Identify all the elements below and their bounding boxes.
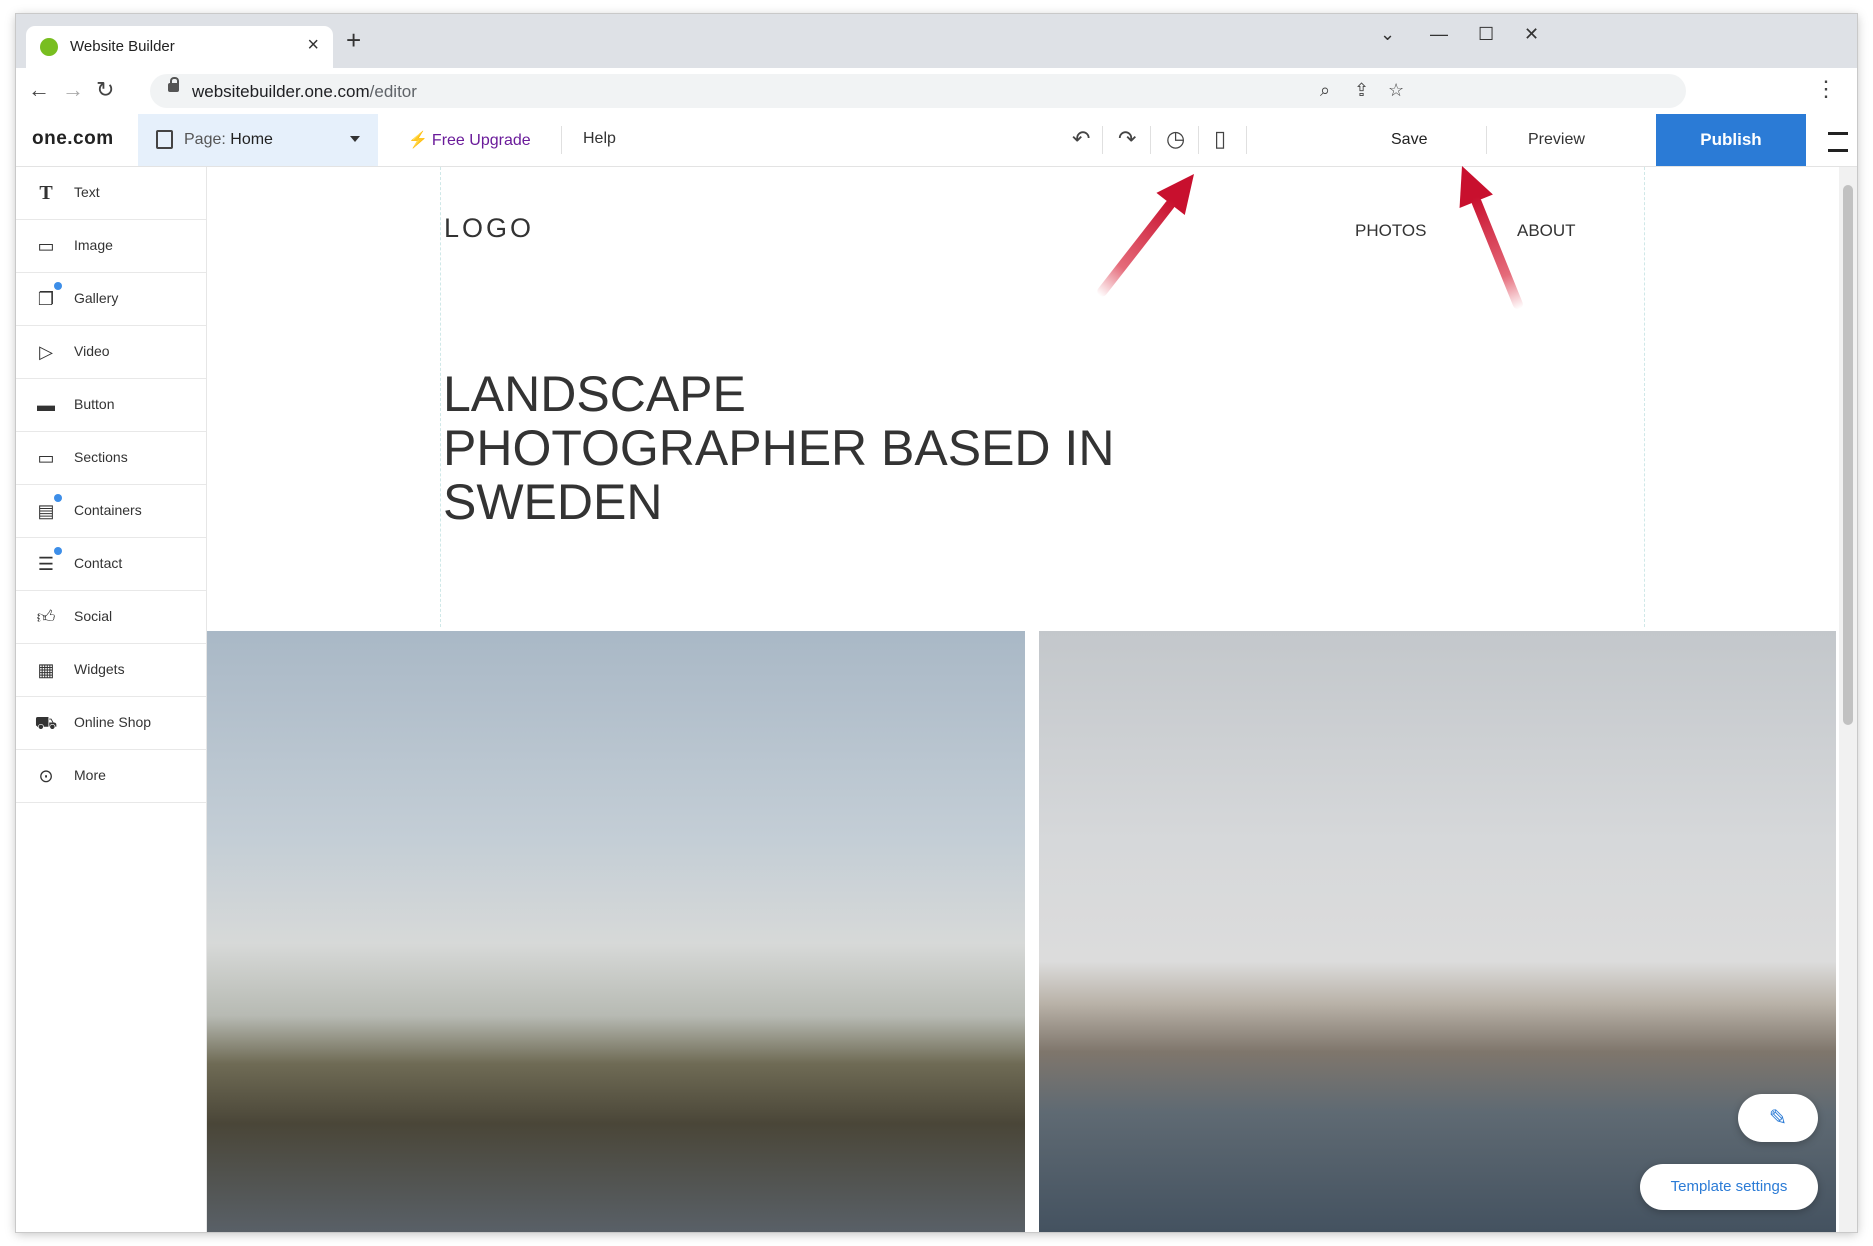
zoom-icon[interactable]: ⌕ [1320, 80, 1330, 101]
browser-window: Website Builder × + ⌄ — ☐ ✕ ← → ↻ websit… [16, 14, 1857, 1232]
mobile-view-icon[interactable]: ▯ [1214, 126, 1226, 152]
site-nav-about[interactable]: ABOUT [1517, 221, 1576, 241]
sidebar-item-contact[interactable]: ☰ Contact [16, 538, 206, 591]
widgets-icon: ▦ [37, 660, 55, 680]
close-tab-icon[interactable]: × [307, 34, 319, 57]
free-upgrade-link[interactable]: ⚡ Free Upgrade [408, 130, 531, 150]
image-icon: ▭ [37, 236, 55, 256]
history-icon[interactable]: ◷ [1166, 126, 1185, 152]
layout-guide [1644, 167, 1645, 627]
new-badge-dot [54, 494, 62, 502]
more-icon: ⊙ [38, 766, 54, 786]
divider [1246, 126, 1247, 154]
preview-button[interactable]: Preview [1528, 131, 1585, 149]
browser-menu-icon[interactable]: ⋮ [1815, 76, 1837, 102]
close-window-icon[interactable]: ✕ [1524, 24, 1539, 45]
undo-icon[interactable]: ↶ [1072, 126, 1090, 152]
divider [1486, 126, 1487, 154]
sidebar-item-online-shop[interactable]: ⛟ Online Shop [16, 697, 206, 750]
containers-icon: ▤ [37, 501, 55, 521]
sidebar-item-more[interactable]: ⊙ More [16, 750, 206, 803]
canvas-scrollbar[interactable] [1839, 167, 1857, 1232]
reload-icon[interactable]: ↻ [96, 76, 114, 104]
sidebar-item-button[interactable]: ▬ Button [16, 379, 206, 432]
sidebar-item-social[interactable]: 👍︎ Social [16, 591, 206, 644]
address-bar-row: ← → ↻ websitebuilder.one.com/editor ⌕ ⇪ … [16, 68, 1857, 115]
maximize-icon[interactable]: ☐ [1478, 24, 1494, 45]
button-icon: ▬ [37, 395, 55, 415]
divider [1102, 126, 1103, 154]
editor-toolbar: one.com Page: Home ⚡ Free Upgrade Help ↶ … [16, 114, 1857, 167]
waterfall-photo[interactable] [207, 631, 1025, 1232]
redo-icon[interactable]: ↷ [1118, 126, 1136, 152]
back-icon[interactable]: ← [28, 76, 50, 104]
menu-icon[interactable] [1828, 132, 1848, 152]
save-button[interactable]: Save [1391, 131, 1427, 149]
bookmark-star-icon[interactable]: ☆ [1388, 80, 1404, 101]
browser-tab[interactable]: Website Builder × [26, 26, 333, 68]
divider [1198, 126, 1199, 154]
minimize-icon[interactable]: — [1430, 24, 1448, 45]
sidebar-item-text[interactable]: T Text [16, 167, 206, 220]
page-icon [156, 130, 173, 149]
sections-icon: ▭ [37, 448, 55, 468]
sidebar-item-image[interactable]: ▭ Image [16, 220, 206, 273]
contact-icon: ☰ [37, 554, 55, 574]
favicon-icon [40, 38, 58, 56]
new-badge-dot [54, 547, 62, 555]
layout-guide [440, 167, 441, 627]
bolt-icon: ⚡ [408, 132, 428, 149]
elements-sidebar: T Text ▭ Image ❐ Gallery ▷ Video ▬ Button ▭ Se… [16, 167, 207, 1232]
social-icon: 👍︎ [36, 607, 56, 627]
tab-title: Website Builder [70, 38, 175, 55]
design-settings-button[interactable]: ✎ [1738, 1094, 1818, 1142]
scroll-thumb[interactable] [1843, 185, 1853, 725]
publish-button[interactable]: Publish [1656, 114, 1806, 166]
share-icon[interactable]: ⇪ [1354, 80, 1369, 101]
gallery-icon: ❐ [37, 289, 55, 309]
lock-icon [168, 77, 179, 92]
editor-canvas[interactable]: LOGO PHOTOS ABOUT LANDSCAPE PHOTOGRAPHER… [207, 167, 1839, 1232]
brand-logo: one.com [32, 128, 114, 149]
cart-icon: ⛟ [34, 713, 58, 733]
new-tab-button[interactable]: + [346, 27, 361, 53]
forward-icon[interactable]: → [62, 76, 84, 104]
divider [561, 126, 562, 154]
template-settings-button[interactable]: Template settings [1640, 1164, 1818, 1210]
chevron-down-icon [350, 136, 360, 142]
sidebar-item-sections[interactable]: ▭ Sections [16, 432, 206, 485]
text-icon: T [39, 182, 53, 204]
site-nav-photos[interactable]: PHOTOS [1355, 221, 1426, 241]
tab-search-icon[interactable]: ⌄ [1380, 24, 1395, 45]
site-logo[interactable]: LOGO [444, 213, 534, 244]
url-text: websitebuilder.one.com/editor [192, 82, 417, 101]
video-icon: ▷ [39, 342, 53, 362]
new-badge-dot [54, 282, 62, 290]
site-headline[interactable]: LANDSCAPE PHOTOGRAPHER BASED IN SWEDEN [443, 367, 1143, 529]
sidebar-item-video[interactable]: ▷ Video [16, 326, 206, 379]
coastline-photo[interactable] [1039, 631, 1836, 1232]
address-bar[interactable]: websitebuilder.one.com/editor ⌕ ⇪ ☆ [150, 74, 1686, 108]
help-link[interactable]: Help [583, 130, 616, 148]
page-selector-label: Page: Home [184, 131, 273, 148]
sidebar-item-containers[interactable]: ▤ Containers [16, 485, 206, 538]
page-selector[interactable]: Page: Home [138, 114, 378, 166]
sidebar-item-gallery[interactable]: ❐ Gallery [16, 273, 206, 326]
divider [1150, 126, 1151, 154]
sidebar-item-widgets[interactable]: ▦ Widgets [16, 644, 206, 697]
palette-edit-icon: ✎ [1768, 1105, 1788, 1130]
tab-strip: Website Builder × + ⌄ — ☐ ✕ [16, 14, 1857, 68]
